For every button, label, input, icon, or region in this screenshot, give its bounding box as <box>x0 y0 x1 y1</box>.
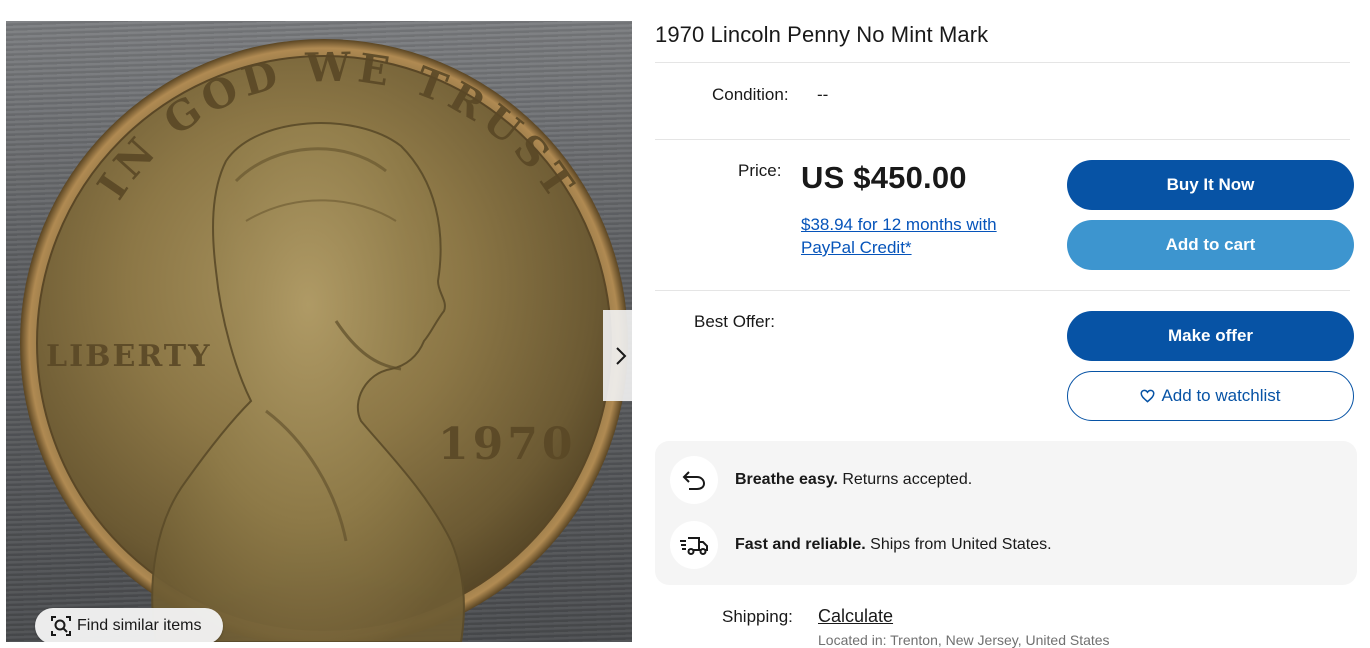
find-similar-label: Find similar items <box>77 617 202 634</box>
shipping-label: Shipping: <box>722 607 793 626</box>
divider <box>655 139 1350 140</box>
shipping-highlight-text: Ships from United States. <box>865 536 1052 553</box>
next-image-button[interactable] <box>603 310 632 401</box>
buy-it-now-button[interactable]: Buy It Now <box>1067 160 1354 210</box>
coin-photo: IN GOD WE TRUST LIBERTY 1970 <box>20 39 628 642</box>
item-location: Located in: Trenton, New Jersey, United … <box>818 632 1110 648</box>
coin-liberty: LIBERTY <box>46 339 212 374</box>
calculate-shipping-link[interactable]: Calculate <box>818 606 893 627</box>
chevron-right-icon <box>615 346 626 365</box>
shipping-highlight: Fast and reliable. Ships from United Sta… <box>735 536 1052 554</box>
returns-highlight-bold: Breathe easy. <box>735 471 838 488</box>
coin-year: 1970 <box>438 419 576 470</box>
paypal-credit-link[interactable]: $38.94 for 12 months with PayPal Credit* <box>801 213 1041 259</box>
price-value: US $450.00 <box>801 160 967 195</box>
divider <box>655 62 1350 63</box>
heart-icon <box>1140 389 1155 403</box>
condition-value: -- <box>817 85 829 104</box>
make-offer-button[interactable]: Make offer <box>1067 311 1354 361</box>
add-to-cart-button[interactable]: Add to cart <box>1067 220 1354 270</box>
listing-title: 1970 Lincoln Penny No Mint Mark <box>655 22 989 47</box>
find-similar-button[interactable]: Find similar items <box>35 608 224 642</box>
add-to-watchlist-button[interactable]: Add to watchlist <box>1067 371 1354 421</box>
return-arrow-icon <box>670 456 718 504</box>
price-label: Price: <box>738 161 782 180</box>
divider <box>655 290 1350 291</box>
shipping-highlight-bold: Fast and reliable. <box>735 536 866 553</box>
highlights-panel: Breathe easy. Returns accepted. Fast and… <box>655 441 1357 585</box>
condition-label: Condition: <box>712 85 789 104</box>
image-gallery[interactable]: IN GOD WE TRUST LIBERTY 1970 Find simila… <box>6 21 632 642</box>
returns-highlight: Breathe easy. Returns accepted. <box>735 471 972 489</box>
best-offer-label: Best Offer: <box>694 312 775 331</box>
returns-highlight-text: Returns accepted. <box>837 471 973 488</box>
fast-truck-icon <box>670 521 718 569</box>
visual-search-icon <box>51 616 71 636</box>
watchlist-label: Add to watchlist <box>1161 386 1281 405</box>
